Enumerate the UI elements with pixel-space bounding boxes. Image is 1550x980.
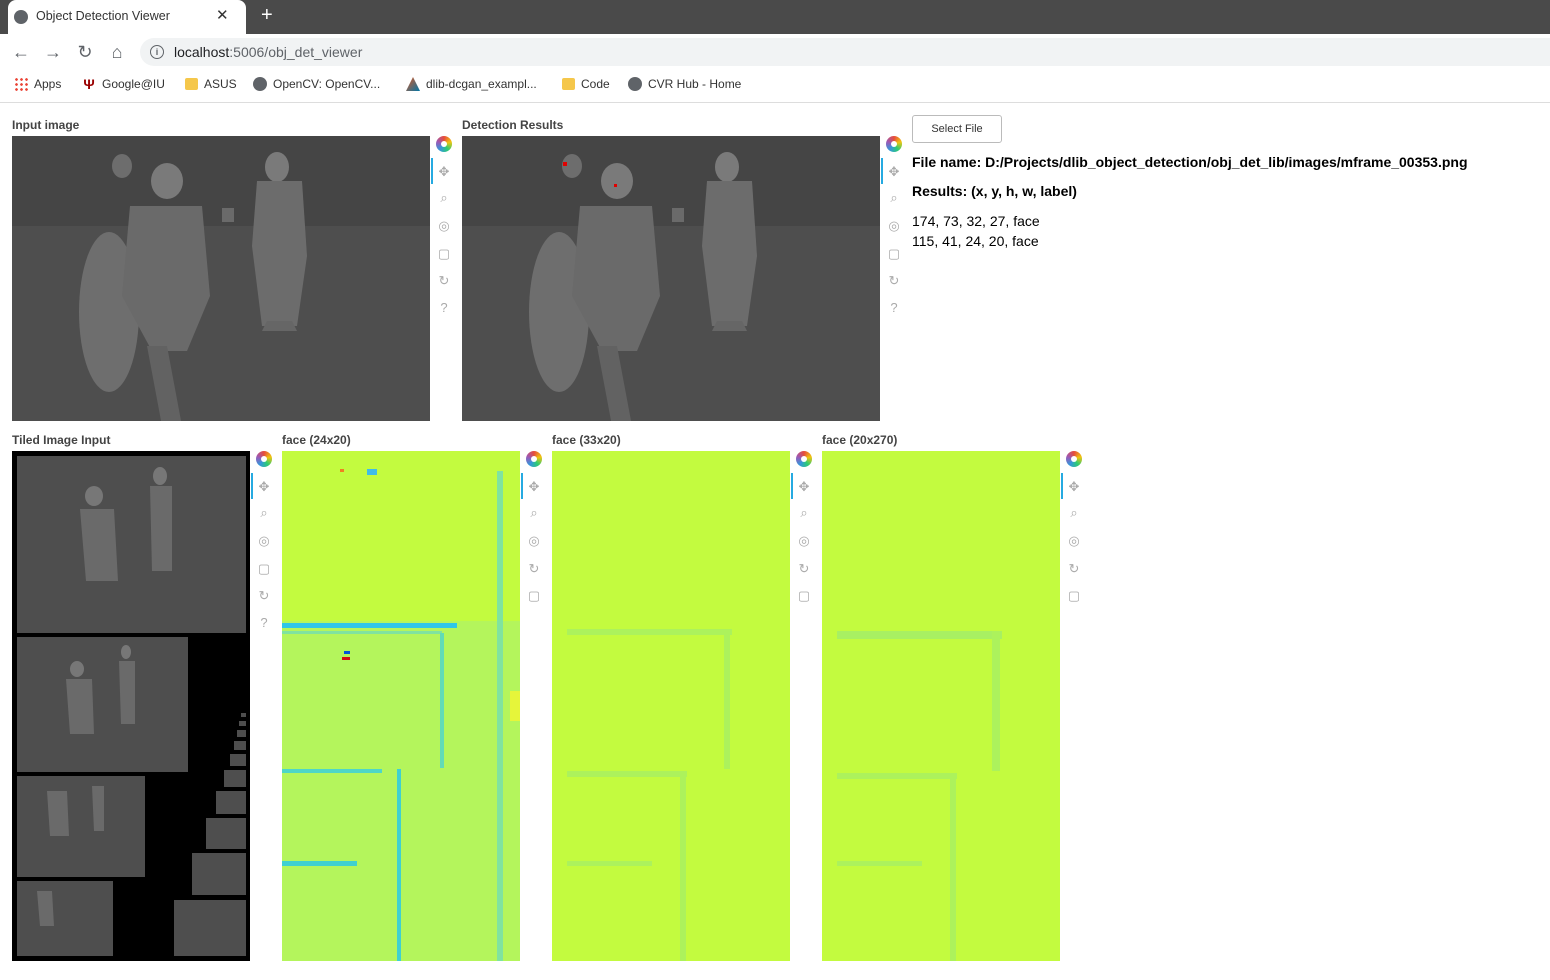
matlab-icon bbox=[406, 77, 420, 91]
url-text[interactable]: localhost:5006/obj_det_viewer bbox=[174, 44, 362, 60]
wheel-zoom-icon[interactable]: ◎ bbox=[1063, 531, 1085, 551]
forward-icon[interactable]: → bbox=[42, 42, 64, 63]
select-file-button[interactable]: Select File bbox=[912, 115, 1002, 143]
bookmark-apps[interactable]: Apps bbox=[14, 77, 61, 91]
bookmark-asus[interactable]: ASUS bbox=[185, 77, 237, 91]
heatmap-plot-2[interactable] bbox=[552, 451, 790, 961]
apps-grid-icon bbox=[14, 77, 28, 91]
bokeh-logo-icon bbox=[256, 451, 272, 467]
save-icon[interactable]: ▢ bbox=[253, 559, 275, 579]
detection-results-plot[interactable] bbox=[462, 136, 880, 421]
save-icon[interactable]: ▢ bbox=[883, 244, 905, 264]
reset-icon[interactable]: ↻ bbox=[883, 271, 905, 291]
heatmap-image-1 bbox=[282, 451, 520, 961]
detection-marker bbox=[614, 184, 617, 187]
close-tab-icon[interactable]: ✕ bbox=[216, 6, 229, 24]
input-image-plot[interactable] bbox=[12, 136, 430, 421]
wheel-zoom-icon[interactable]: ◎ bbox=[793, 531, 815, 551]
heatmap-label-3: face (20x270) bbox=[822, 433, 898, 447]
box-zoom-icon[interactable]: ⌕ bbox=[433, 188, 455, 208]
bookmark-code[interactable]: Code bbox=[562, 77, 610, 91]
help-icon[interactable]: ? bbox=[883, 298, 905, 318]
tiled-image-label: Tiled Image Input bbox=[12, 433, 111, 447]
save-icon[interactable]: ▢ bbox=[433, 244, 455, 264]
heatmap-plot-3[interactable] bbox=[822, 451, 1060, 961]
reset-icon[interactable]: ↻ bbox=[793, 559, 815, 579]
box-zoom-icon[interactable]: ⌕ bbox=[793, 503, 815, 523]
pan-icon[interactable]: ✥ bbox=[793, 477, 815, 497]
thermal-image-detections bbox=[462, 136, 880, 421]
image-pyramid-tiles bbox=[17, 456, 246, 956]
input-plot-toolbar: ✥ ⌕ ◎ ▢ ↻ ? bbox=[431, 134, 455, 324]
bookmark-dlib-dcgan[interactable]: dlib-dcgan_exampl... bbox=[406, 77, 537, 91]
result-line: 115, 41, 24, 20, face bbox=[912, 233, 1039, 249]
results-header: Results: (x, y, h, w, label) bbox=[912, 183, 1077, 199]
result-line: 174, 73, 32, 27, face bbox=[912, 213, 1040, 229]
new-tab-icon[interactable]: + bbox=[261, 4, 273, 27]
bookmark-google-iu[interactable]: Ψ Google@IU bbox=[82, 77, 165, 91]
globe-icon bbox=[628, 77, 642, 91]
box-zoom-icon[interactable]: ⌕ bbox=[883, 188, 905, 208]
pan-icon[interactable]: ✥ bbox=[253, 477, 275, 497]
reset-icon[interactable]: ↻ bbox=[1063, 559, 1085, 579]
wheel-zoom-icon[interactable]: ◎ bbox=[523, 531, 545, 551]
pan-icon[interactable]: ✥ bbox=[883, 162, 905, 182]
tiled-plot-toolbar: ✥ ⌕ ◎ ▢ ↻ ? bbox=[251, 449, 275, 639]
detection-plot-toolbar: ✥ ⌕ ◎ ▢ ↻ ? bbox=[881, 134, 905, 324]
detection-results-label: Detection Results bbox=[462, 118, 564, 132]
heatmap-image-3 bbox=[822, 451, 1060, 961]
bokeh-logo-icon bbox=[1066, 451, 1082, 467]
bokeh-logo-icon bbox=[886, 136, 902, 152]
bokeh-logo-icon bbox=[526, 451, 542, 467]
pan-icon[interactable]: ✥ bbox=[523, 477, 545, 497]
heatmap-3-toolbar: ✥ ⌕ ◎ ↻ ▢ bbox=[1061, 449, 1085, 609]
pan-icon[interactable]: ✥ bbox=[433, 162, 455, 182]
reset-icon[interactable]: ↻ bbox=[433, 271, 455, 291]
heatmap-1-toolbar: ✥ ⌕ ◎ ↻ ▢ bbox=[521, 449, 545, 609]
bookmark-opencv[interactable]: OpenCV: OpenCV... bbox=[253, 77, 380, 91]
folder-icon bbox=[562, 78, 575, 90]
folder-icon bbox=[185, 78, 198, 90]
back-icon[interactable]: ← bbox=[10, 42, 32, 63]
help-icon[interactable]: ? bbox=[433, 298, 455, 318]
save-icon[interactable]: ▢ bbox=[793, 586, 815, 606]
box-zoom-icon[interactable]: ⌕ bbox=[523, 503, 545, 523]
reset-icon[interactable]: ↻ bbox=[253, 586, 275, 606]
box-zoom-icon[interactable]: ⌕ bbox=[1063, 503, 1085, 523]
wheel-zoom-icon[interactable]: ◎ bbox=[883, 216, 905, 236]
info-icon[interactable]: i bbox=[150, 45, 164, 59]
iu-logo-icon: Ψ bbox=[83, 76, 95, 92]
heatmap-plot-1[interactable] bbox=[282, 451, 520, 961]
wheel-zoom-icon[interactable]: ◎ bbox=[253, 531, 275, 551]
save-icon[interactable]: ▢ bbox=[523, 586, 545, 606]
bokeh-logo-icon bbox=[436, 136, 452, 152]
box-zoom-icon[interactable]: ⌕ bbox=[253, 503, 275, 523]
globe-icon bbox=[14, 10, 28, 24]
pan-icon[interactable]: ✥ bbox=[1063, 477, 1085, 497]
input-image-label: Input image bbox=[12, 118, 80, 132]
home-icon[interactable]: ⌂ bbox=[106, 42, 128, 63]
help-icon[interactable]: ? bbox=[253, 613, 275, 633]
heatmap-label-1: face (24x20) bbox=[282, 433, 351, 447]
detection-marker bbox=[563, 162, 567, 166]
tiled-image-plot[interactable] bbox=[12, 451, 250, 961]
tab-title: Object Detection Viewer bbox=[36, 9, 170, 23]
heatmap-2-toolbar: ✥ ⌕ ◎ ↻ ▢ bbox=[791, 449, 815, 609]
wheel-zoom-icon[interactable]: ◎ bbox=[433, 216, 455, 236]
file-name-text: File name: D:/Projects/dlib_object_detec… bbox=[912, 154, 1468, 170]
reset-icon[interactable]: ↻ bbox=[523, 559, 545, 579]
thermal-image bbox=[12, 136, 430, 421]
bokeh-logo-icon bbox=[796, 451, 812, 467]
heatmap-label-2: face (33x20) bbox=[552, 433, 621, 447]
save-icon[interactable]: ▢ bbox=[1063, 586, 1085, 606]
globe-icon bbox=[253, 77, 267, 91]
reload-icon[interactable]: ↻ bbox=[74, 42, 96, 63]
heatmap-image-2 bbox=[552, 451, 790, 961]
bookmark-cvr-hub[interactable]: CVR Hub - Home bbox=[628, 77, 741, 91]
